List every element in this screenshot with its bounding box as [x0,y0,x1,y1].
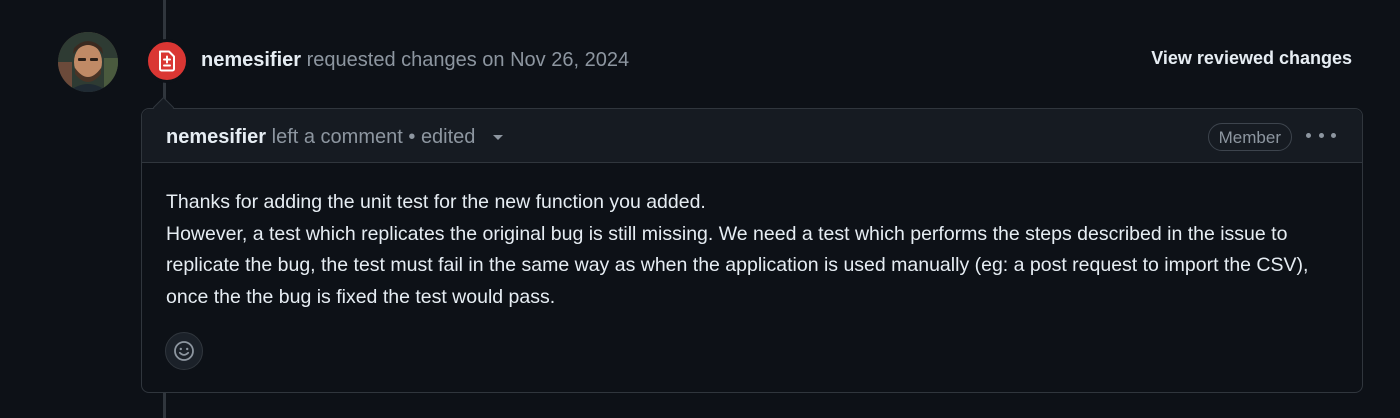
kebab-dot [1331,132,1336,138]
review-comment: nemesifier left a comment • edited Membe… [141,108,1363,393]
review-header: nemesifier requested changes on Nov 26, … [201,47,629,73]
comment-paragraph: However, a test which replicates the ori… [166,222,1309,308]
comment-body: Thanks for adding the unit test for the … [166,187,1336,313]
comment-action-text: left a comment [271,126,403,148]
avatar[interactable] [58,32,118,92]
comment-header: nemesifier left a comment • edited Membe… [142,109,1362,163]
avatar-image [58,32,118,92]
review-author-link[interactable]: nemesifier [201,49,301,71]
view-reviewed-changes-link[interactable]: View reviewed changes [1151,48,1352,69]
comment-header-text: nemesifier left a comment • edited [166,124,503,150]
kebab-dot [1306,132,1311,138]
edited-dropdown-icon[interactable] [493,135,503,141]
smiley-icon [174,341,194,361]
add-reaction-button[interactable] [165,332,203,370]
comment-edited-label[interactable]: edited [421,126,476,148]
comment-author-link[interactable]: nemesifier [166,126,266,148]
changes-requested-badge [145,39,189,83]
member-role-badge: Member [1207,123,1292,151]
comment-separator: • [408,126,416,148]
comment-paragraph: Thanks for adding the unit test for the … [166,191,706,213]
file-diff-icon [159,50,175,72]
review-action-text: requested changes on Nov 26, 2024 [306,49,630,71]
comment-options-icon[interactable] [1306,125,1336,145]
kebab-dot [1318,132,1324,138]
